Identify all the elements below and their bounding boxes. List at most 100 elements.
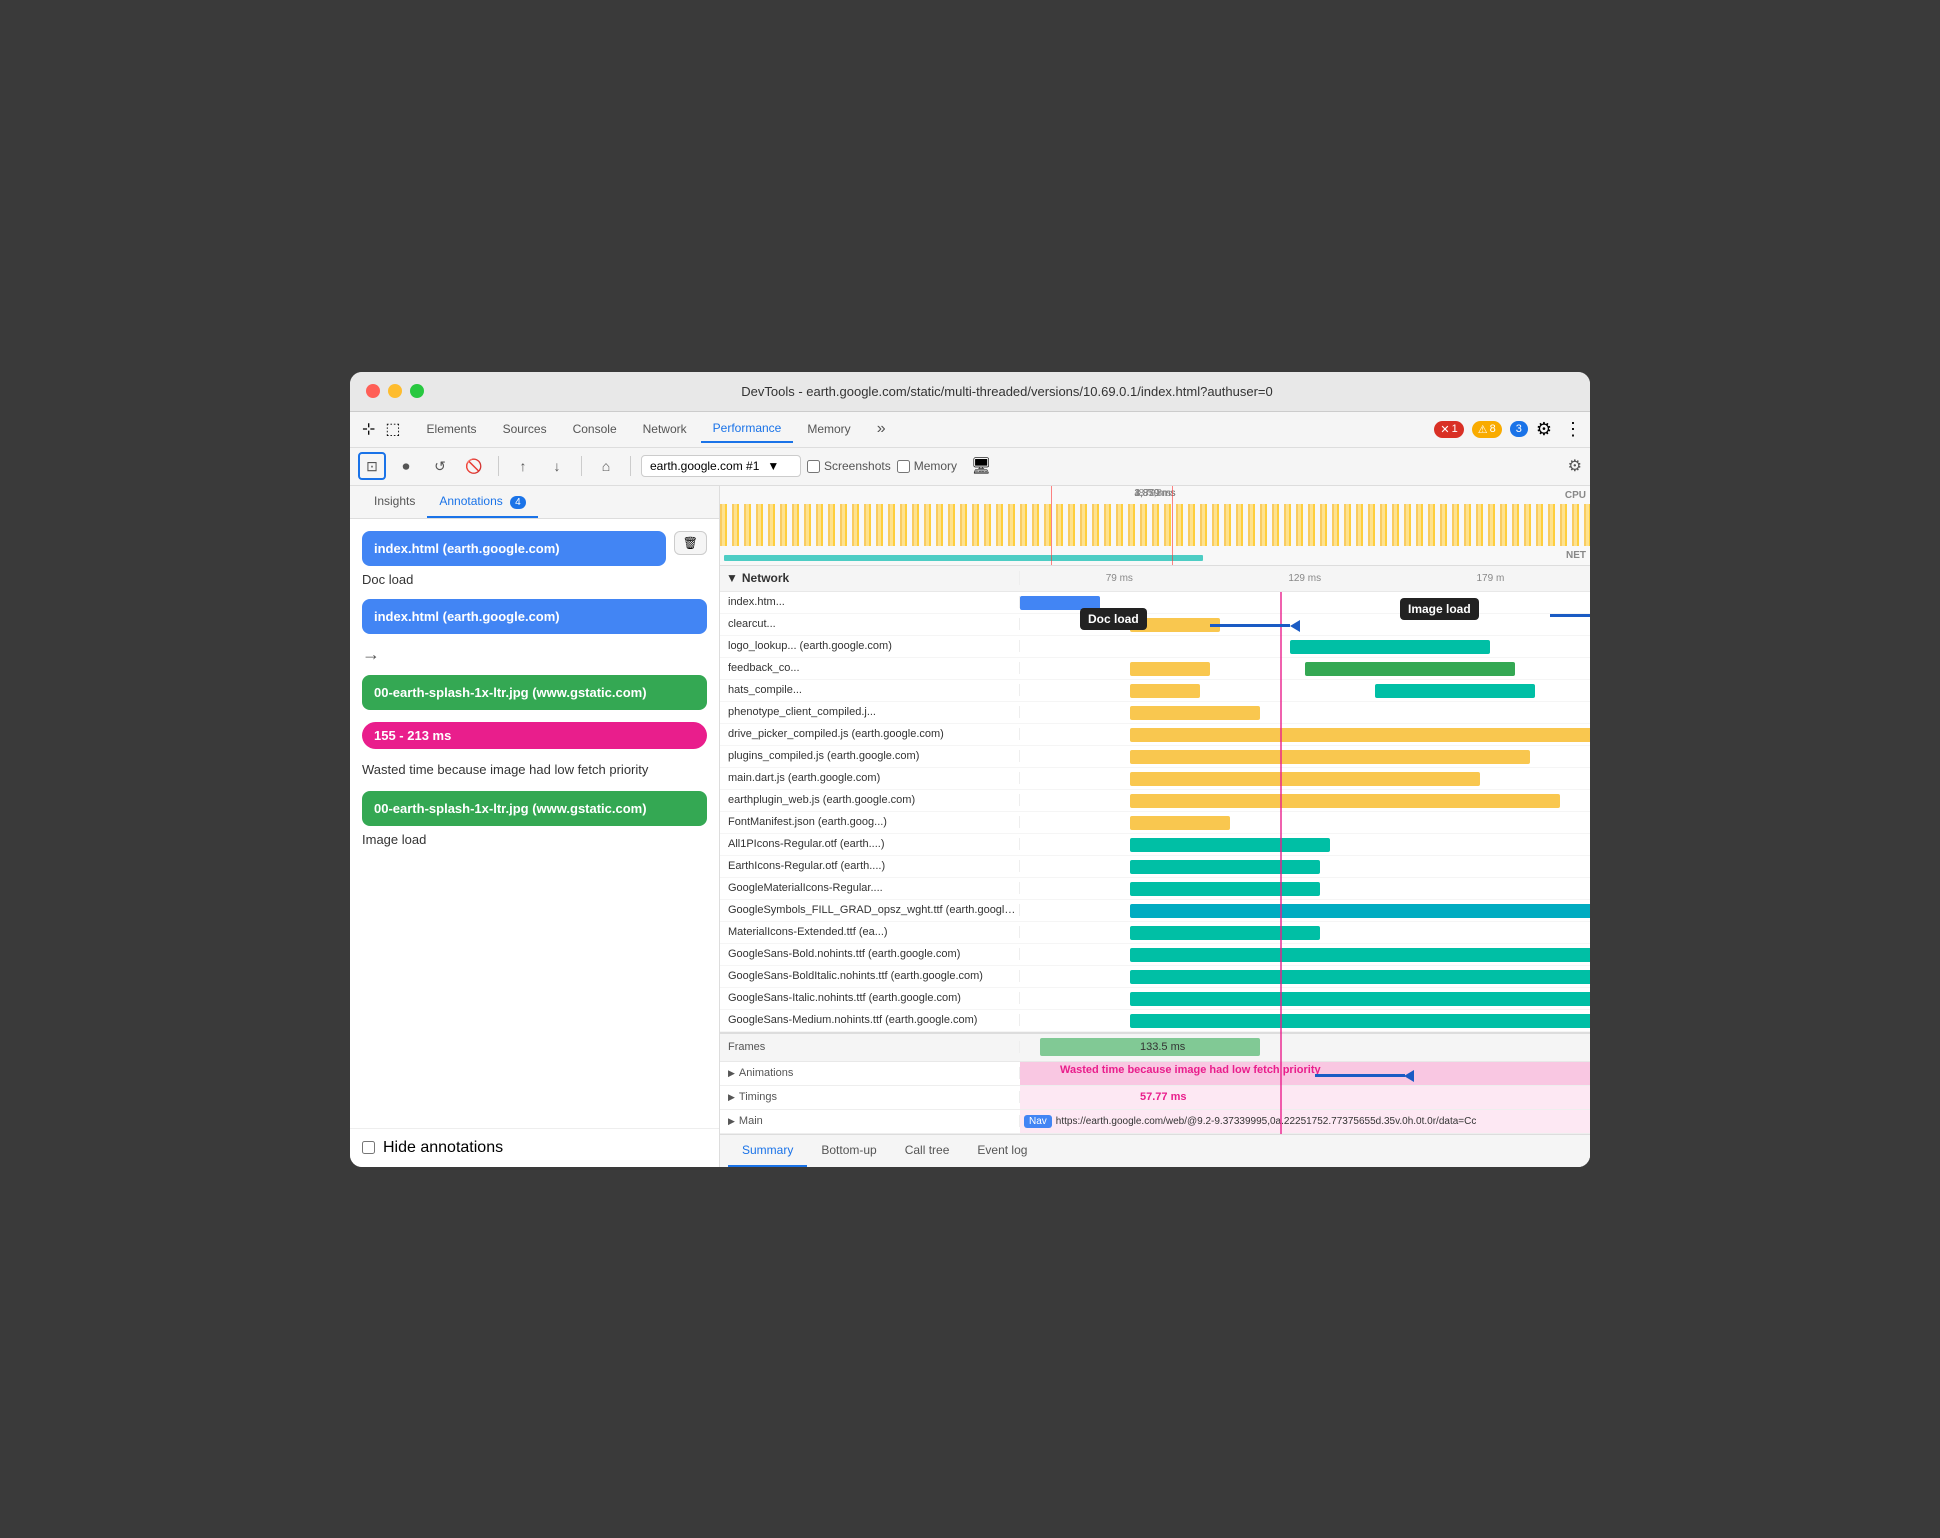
tab-call-tree[interactable]: Call tree [891, 1135, 964, 1167]
track-label-googlesymbols: GoogleSymbols_FILL_GRAD_opsz_wght.ttf (e… [720, 904, 1020, 916]
vertical-marker-line [1280, 592, 1282, 1134]
timeline-overview[interactable]: 879 ms 1,879 ms 2,879 ms 3,879 ms 4,879 … [720, 486, 1590, 566]
nav-url: https://earth.google.com/web/@9.2-9.3733… [1056, 1116, 1477, 1127]
recording-select[interactable]: earth.google.com #1 ▼ [641, 455, 801, 477]
record-button[interactable]: ⏺ [392, 452, 420, 480]
clear-button[interactable]: 🚫 [460, 452, 488, 480]
network-label: Network [742, 571, 789, 585]
tab-event-log[interactable]: Event log [963, 1135, 1041, 1167]
tab-performance[interactable]: Performance [701, 415, 794, 443]
devtools-tab-bar: ⊹ ⬚ Elements Sources Console Network Per… [350, 412, 1590, 448]
bar-hats [1130, 684, 1200, 698]
bar-googlematerial [1130, 882, 1320, 896]
track-bar-phenotype [1020, 702, 1590, 723]
cpu-label: CPU [1565, 490, 1586, 501]
device-icon[interactable]: ⬚ [381, 415, 404, 443]
track-label-googlematerial: GoogleMaterialIcons-Regular.... [720, 882, 1020, 894]
bar-materialext [1130, 926, 1320, 940]
insights-tab[interactable]: Insights [362, 486, 427, 518]
annotation-card-timing: 155 - 213 ms [362, 722, 707, 749]
track-bar-googlematerial [1020, 878, 1590, 899]
track-label-main-dart: main.dart.js (earth.google.com) [720, 772, 1020, 784]
performance-settings-icon[interactable]: ⚙ [1568, 456, 1582, 476]
tab-sources[interactable]: Sources [491, 416, 559, 442]
minimize-button[interactable] [388, 384, 402, 398]
track-label-all1picons: All1PIcons-Regular.otf (earth....) [720, 838, 1020, 850]
sidebar-toggle-button[interactable]: ⊡ [358, 452, 386, 480]
separator-2 [581, 456, 582, 476]
net-chart [724, 555, 1203, 561]
settings-icon[interactable]: ⚙ [1536, 419, 1552, 440]
annotations-tab[interactable]: Annotations 4 [427, 486, 537, 518]
screenshots-checkbox[interactable] [807, 460, 820, 473]
network-section-title: ▼ Network [720, 571, 1020, 585]
sidebar-content: index.html (earth.google.com) 🗑 Doc load… [350, 519, 719, 1128]
maximize-button[interactable] [410, 384, 424, 398]
track-label-feedback: feedback_co... [720, 662, 1020, 674]
inspector-icon[interactable]: ⊹ [358, 415, 379, 443]
info-count-badge: 3 [1510, 421, 1528, 437]
memory-toggle[interactable]: Memory [897, 459, 957, 473]
track-row-main-dart: main.dart.js (earth.google.com) [720, 768, 1590, 790]
tab-more[interactable]: » [865, 414, 898, 444]
track-label-plugins: plugins_compiled.js (earth.google.com) [720, 750, 1020, 762]
traffic-lights [366, 384, 424, 398]
arrow-right-icon: → [362, 644, 380, 665]
bar-splash [1305, 662, 1515, 676]
track-label-phenotype: phenotype_client_compiled.j... [720, 706, 1020, 718]
frames-time-1: 133.5 ms [1140, 1041, 1185, 1053]
more-menu-icon[interactable]: ⋮ [1564, 419, 1582, 440]
tab-summary[interactable]: Summary [728, 1135, 807, 1167]
track-bar-hats [1020, 680, 1590, 701]
upload-button[interactable]: ↑ [509, 452, 537, 480]
hide-annotations-checkbox[interactable] [362, 1141, 375, 1154]
track-label-drive: drive_picker_compiled.js (earth.google.c… [720, 728, 1020, 740]
track-row-earthplugin: earthplugin_web.js (earth.google.com) [720, 790, 1590, 812]
tab-elements[interactable]: Elements [415, 416, 489, 442]
network-tracks-container[interactable]: Doc load Image load [720, 592, 1590, 1134]
track-row-googlematerial: GoogleMaterialIcons-Regular.... [720, 878, 1590, 900]
annotation-section-2: index.html (earth.google.com) → 00-earth… [362, 599, 707, 710]
sub-time-2: 129 ms [1288, 573, 1321, 584]
devtools-icons: ✕ 1 ⚠ 8 3 ⚙ ⋮ [1434, 419, 1582, 440]
track-bar-drive [1020, 724, 1590, 745]
frames-row: Frames 133.5 ms 16.6 ms [720, 1032, 1590, 1062]
bar-googlesymbols [1130, 904, 1590, 918]
track-row-materialext: MaterialIcons-Extended.ttf (ea...) [720, 922, 1590, 944]
bar-earthplugin [1130, 794, 1560, 808]
track-bar-earthicons [1020, 856, 1590, 877]
time-marker-6: 5,8 [1148, 488, 1162, 499]
screenshots-toggle[interactable]: Screenshots [807, 459, 891, 473]
tab-console[interactable]: Console [561, 416, 629, 442]
track-label-earthplugin: earthplugin_web.js (earth.google.com) [720, 794, 1020, 806]
annotation-section-3: 155 - 213 ms Wasted time because image h… [362, 722, 707, 779]
delete-annotation-button-1[interactable]: 🗑 [674, 531, 707, 555]
memory-checkbox[interactable] [897, 460, 910, 473]
main-bar-area: Nav https://earth.google.com/web/@9.2-9.… [1020, 1110, 1590, 1133]
network-section-header: ▼ Network 79 ms 129 ms 179 m [720, 566, 1590, 592]
dropdown-arrow-icon: ▼ [767, 459, 779, 473]
download-button[interactable]: ↓ [543, 452, 571, 480]
annotation-section-4: 00-earth-splash-1x-ltr.jpg (www.gstatic.… [362, 791, 707, 847]
doc-load-label: Doc load [362, 572, 707, 587]
track-label-fontmanifest: FontManifest.json (earth.goog...) [720, 816, 1020, 828]
close-button[interactable] [366, 384, 380, 398]
devtools-window: DevTools - earth.google.com/static/multi… [350, 372, 1590, 1167]
track-row-googlesans-italic: GoogleSans-Italic.nohints.ttf (earth.goo… [720, 988, 1590, 1010]
tab-network[interactable]: Network [631, 416, 699, 442]
bar-logo [1290, 640, 1490, 654]
annotation-card-index-html-1: index.html (earth.google.com) [362, 531, 666, 566]
refresh-record-button[interactable]: ↺ [426, 452, 454, 480]
tab-memory[interactable]: Memory [795, 416, 862, 442]
network-time-markers: 79 ms 129 ms 179 m [1020, 573, 1590, 584]
track-row-fontmanifest: FontManifest.json (earth.goog...) [720, 812, 1590, 834]
track-row-logo: logo_lookup... (earth.google.com) [720, 636, 1590, 658]
marker-line-2 [1172, 486, 1173, 565]
net-label: NET [1566, 550, 1586, 561]
expand-main-icon: ▶ [728, 1116, 735, 1127]
home-button[interactable]: ⌂ [592, 452, 620, 480]
track-bar-plugins [1020, 746, 1590, 767]
tab-bottom-up[interactable]: Bottom-up [807, 1135, 890, 1167]
warning-count-badge: ⚠ 8 [1472, 421, 1502, 438]
memory-label: Memory [914, 459, 957, 473]
